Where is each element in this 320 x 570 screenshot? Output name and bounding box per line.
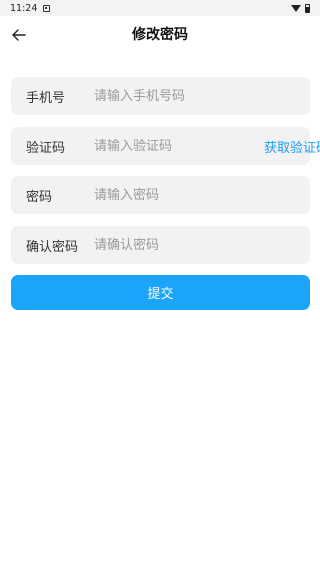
form-container: 手机号 验证码 获取验证码 密码 确认密码 提交: [0, 54, 320, 570]
nav-bar: 修改密码: [0, 16, 320, 54]
status-left: 11:24: [10, 2, 51, 14]
phone-label: 手机号: [26, 90, 66, 106]
wifi-icon: [291, 4, 301, 12]
password-field: 密码: [11, 176, 310, 214]
password-label: 密码: [26, 189, 53, 205]
back-arrow-icon[interactable]: [9, 25, 29, 45]
code-field: 验证码 获取验证码: [11, 127, 320, 165]
confirm-password-input[interactable]: [94, 226, 300, 264]
status-bar: 11:24: [0, 0, 320, 16]
submit-button[interactable]: 提交: [11, 275, 310, 310]
battery-icon: [305, 3, 310, 13]
code-input[interactable]: [94, 127, 264, 165]
confirm-password-label: 确认密码: [26, 239, 79, 255]
get-code-button[interactable]: 获取验证码: [264, 137, 320, 156]
code-label: 验证码: [26, 140, 66, 156]
status-right: [291, 3, 310, 13]
status-time: 11:24: [10, 2, 38, 14]
notification-icon: [43, 4, 51, 12]
phone-field: 手机号: [11, 77, 310, 115]
page-title: 修改密码: [132, 27, 188, 43]
confirm-password-field: 确认密码: [11, 226, 310, 264]
phone-input[interactable]: [94, 77, 300, 115]
password-input[interactable]: [94, 176, 300, 214]
